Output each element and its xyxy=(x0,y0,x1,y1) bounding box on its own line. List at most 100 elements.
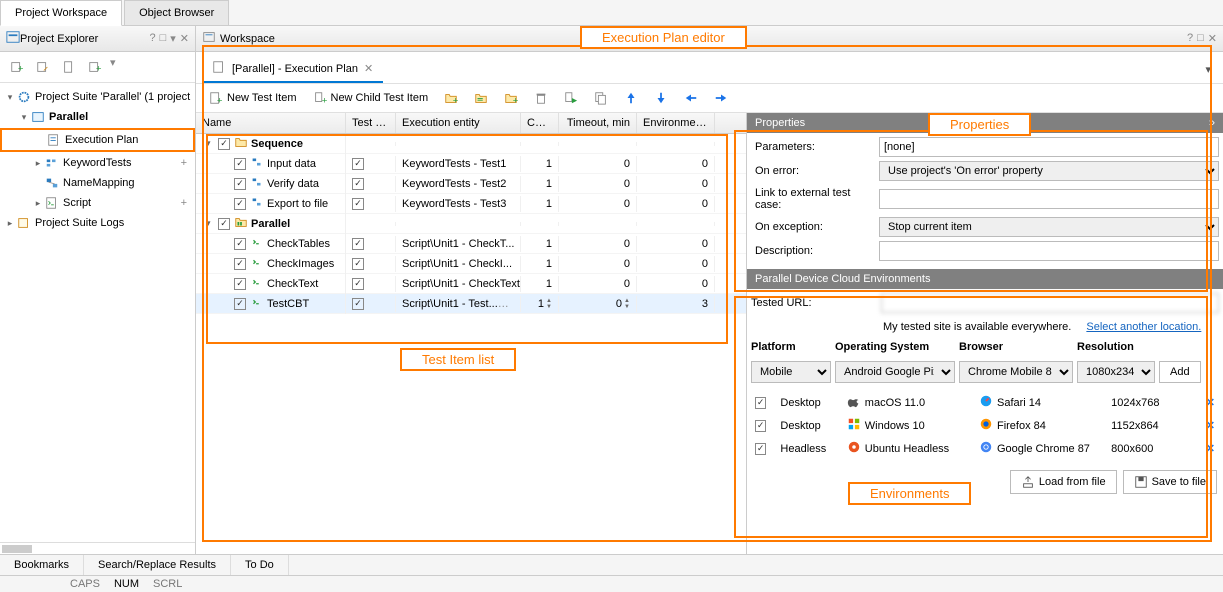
add-environment-button[interactable]: Add xyxy=(1159,361,1201,383)
toolbar-dropdown-icon[interactable]: ▾ xyxy=(110,56,116,78)
resolution-select[interactable]: 1080x2340 xyxy=(1077,361,1155,383)
close-icon[interactable]: ✕ xyxy=(364,62,373,75)
parallel-folder-icon[interactable]: + xyxy=(497,88,525,108)
prop-on-error-select[interactable]: Use project's 'On error' property xyxy=(879,161,1219,181)
checkbox-icon[interactable]: ✓ xyxy=(234,158,246,170)
remove-environment-icon[interactable]: ✕ xyxy=(1206,419,1215,432)
tree-execution-plan[interactable]: Execution Plan xyxy=(0,128,195,152)
prop-parameters-input[interactable] xyxy=(879,137,1219,157)
checkbox-icon[interactable]: ✓ xyxy=(218,218,230,230)
prop-link-external-input[interactable] xyxy=(879,189,1219,209)
column-timeout[interactable]: Timeout, min xyxy=(559,113,637,133)
outdent-icon[interactable] xyxy=(677,88,705,108)
editor-tabs-dropdown-icon[interactable]: ▾ xyxy=(1199,63,1217,76)
tree-logs[interactable]: ▸ Project Suite Logs xyxy=(0,213,195,233)
column-execution-entity[interactable]: Execution entity xyxy=(396,113,521,133)
table-row[interactable]: ✓TestCBT✓Script\Unit1 - Test... …1▲▼0▲▼3 xyxy=(196,294,746,314)
column-environments[interactable]: Environments xyxy=(637,113,715,133)
add-script-icon[interactable]: + xyxy=(181,197,191,209)
tab-search-replace[interactable]: Search/Replace Results xyxy=(84,555,231,575)
maximize-icon[interactable]: □ xyxy=(1197,32,1204,45)
tree-keyword-tests[interactable]: ▸ KeywordTests + xyxy=(0,153,195,173)
logs-icon xyxy=(16,215,32,231)
platform-select[interactable]: Mobile xyxy=(751,361,831,383)
checkbox-icon[interactable]: ✓ xyxy=(234,238,246,250)
save-to-file-button[interactable]: Save to file xyxy=(1123,470,1217,494)
checkbox-icon[interactable]: ✓ xyxy=(352,278,364,290)
table-row[interactable]: ✓CheckText✓Script\Unit1 - CheckText100 xyxy=(196,274,746,294)
move-up-icon[interactable] xyxy=(617,88,645,108)
copy-icon[interactable] xyxy=(587,88,615,108)
checkbox-icon[interactable]: ✓ xyxy=(352,158,364,170)
tab-object-browser[interactable]: Object Browser xyxy=(124,0,229,25)
tab-bookmarks[interactable]: Bookmarks xyxy=(0,555,84,575)
checkbox-icon[interactable]: ✓ xyxy=(755,443,766,455)
column-count[interactable]: Count xyxy=(521,113,559,133)
help-icon[interactable]: ? xyxy=(1187,32,1193,45)
help-icon[interactable]: ? xyxy=(149,32,155,45)
column-name[interactable]: Name xyxy=(196,113,346,133)
document-icon[interactable] xyxy=(58,56,80,78)
tree-name-mapping[interactable]: NameMapping xyxy=(0,173,195,193)
checkbox-icon[interactable]: ✓ xyxy=(218,138,230,150)
run-icon[interactable] xyxy=(557,88,585,108)
checkbox-icon[interactable]: ✓ xyxy=(352,238,364,250)
close-icon[interactable]: ✕ xyxy=(180,32,189,45)
table-row[interactable]: ✓Export to file✓KeywordTests - Test3100 xyxy=(196,194,746,214)
checkbox-icon[interactable]: ✓ xyxy=(234,178,246,190)
prop-on-exception-select[interactable]: Stop current item xyxy=(879,217,1219,237)
add-folder-icon[interactable]: + xyxy=(437,88,465,108)
tree-project[interactable]: ▾ Parallel xyxy=(0,107,195,127)
scrollbar-thumb[interactable] xyxy=(2,545,32,553)
checkbox-icon[interactable]: ✓ xyxy=(234,298,246,310)
sequence-folder-icon[interactable] xyxy=(467,88,495,108)
tree-project-suite[interactable]: ▾ Project Suite 'Parallel' (1 project xyxy=(0,87,195,107)
svg-text:+: + xyxy=(18,63,24,74)
checkbox-icon[interactable]: ✓ xyxy=(755,420,766,432)
load-from-file-button[interactable]: Load from file xyxy=(1010,470,1117,494)
maximize-icon[interactable]: □ xyxy=(160,32,167,45)
table-row[interactable]: ✓Input data✓KeywordTests - Test1100 xyxy=(196,154,746,174)
checkbox-icon[interactable]: ✓ xyxy=(352,178,364,190)
checkbox-icon[interactable]: ✓ xyxy=(352,198,364,210)
os-select[interactable]: Android Google Pixe xyxy=(835,361,955,383)
checkbox-icon[interactable]: ✓ xyxy=(234,198,246,210)
add-existing-icon[interactable] xyxy=(32,56,54,78)
new-suite-icon[interactable]: + xyxy=(84,56,106,78)
select-another-location-link[interactable]: Select another location. xyxy=(1086,321,1201,333)
tree-script[interactable]: ▸ Script + xyxy=(0,193,195,213)
new-child-test-item-button[interactable]: + New Child Test Item xyxy=(306,88,436,108)
table-row[interactable]: ✓CheckImages✓Script\Unit1 - CheckI...100 xyxy=(196,254,746,274)
row-env: 0 xyxy=(702,198,708,210)
tab-to-do[interactable]: To Do xyxy=(231,555,289,575)
add-project-icon[interactable]: + xyxy=(6,56,28,78)
row-name: TestCBT xyxy=(267,298,309,310)
checkbox-icon[interactable]: ✓ xyxy=(234,278,246,290)
tab-project-workspace[interactable]: Project Workspace xyxy=(0,0,122,26)
table-row[interactable]: ✓Verify data✓KeywordTests - Test2100 xyxy=(196,174,746,194)
table-row[interactable]: ▾✓Parallel xyxy=(196,214,746,234)
remove-environment-icon[interactable]: ✕ xyxy=(1206,442,1215,455)
indent-icon[interactable] xyxy=(707,88,735,108)
move-down-icon[interactable] xyxy=(647,88,675,108)
table-row[interactable]: ✓CheckTables✓Script\Unit1 - CheckT...100 xyxy=(196,234,746,254)
checkbox-icon[interactable]: ✓ xyxy=(755,397,766,409)
checkbox-icon[interactable]: ✓ xyxy=(352,298,364,310)
tested-url-input[interactable] xyxy=(881,293,1219,313)
expand-icon[interactable]: » xyxy=(1209,117,1215,129)
delete-icon[interactable] xyxy=(527,88,555,108)
column-test-case[interactable]: Test case xyxy=(346,113,396,133)
new-test-item-button[interactable]: + New Test Item xyxy=(202,88,304,108)
menu-dropdown-icon[interactable]: ▾ xyxy=(170,32,176,45)
add-keyword-test-icon[interactable]: + xyxy=(181,157,191,169)
project-explorer-title: Project Explorer xyxy=(20,33,149,45)
remove-environment-icon[interactable]: ✕ xyxy=(1206,396,1215,409)
prop-description-input[interactable] xyxy=(879,241,1219,261)
checkbox-icon[interactable]: ✓ xyxy=(234,258,246,270)
editor-tab-execution-plan[interactable]: [Parallel] - Execution Plan ✕ xyxy=(202,56,383,83)
checkbox-icon[interactable]: ✓ xyxy=(352,258,364,270)
browser-select[interactable]: Chrome Mobile 86 xyxy=(959,361,1073,383)
close-icon[interactable]: ✕ xyxy=(1208,32,1217,45)
table-row[interactable]: ▾✓Sequence xyxy=(196,134,746,154)
tested-url-label: Tested URL: xyxy=(751,297,875,309)
